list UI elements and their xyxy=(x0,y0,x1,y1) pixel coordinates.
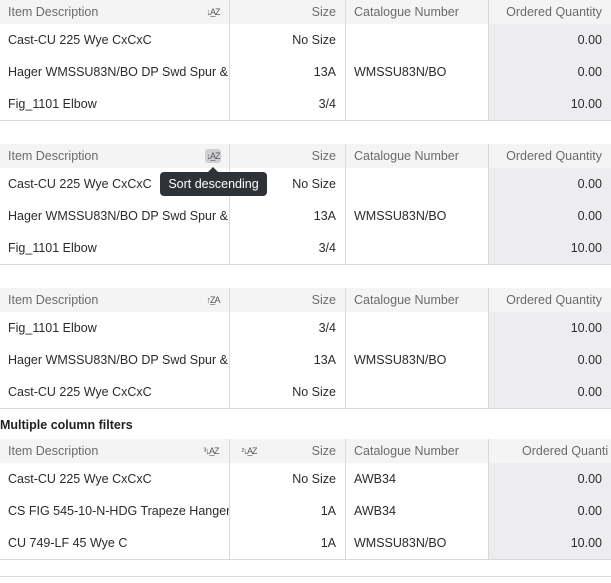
cell-catalogue xyxy=(346,312,489,344)
sort-tooltip: Sort descending xyxy=(160,167,267,196)
cell-catalogue: WMSSU83N/BO xyxy=(346,200,489,232)
cell-qty[interactable]: 10.00 xyxy=(489,232,611,264)
cell-catalogue xyxy=(346,376,489,408)
divider xyxy=(0,576,611,577)
header-item-description[interactable]: Item Description xyxy=(0,0,230,24)
header-size[interactable]: Size xyxy=(230,0,346,24)
table-header: Item Description ³↓A̲Z Size ²↓A̲Z Catalo… xyxy=(0,439,611,464)
table-row[interactable]: CS FIG 545-10-N-HDG Trapeze Hanger 1A AW… xyxy=(0,495,611,528)
cell-item: Cast-CU 225 Wye CxCxC xyxy=(0,463,230,495)
cell-qty[interactable]: 10.00 xyxy=(489,88,611,120)
table-row[interactable]: Fig_1101 Elbow 3/4 10.00 xyxy=(0,312,611,345)
table-row[interactable]: Hager WMSSU83N/BO DP Swd Spur & L 13A WM… xyxy=(0,56,611,89)
cell-qty[interactable]: 0.00 xyxy=(489,24,611,56)
table-row[interactable]: Cast-CU 225 Wye CxCxC No Size AWB34 0.00 xyxy=(0,463,611,496)
header-ordered-quantity[interactable]: Ordered Quantity xyxy=(489,144,611,168)
cell-catalogue xyxy=(346,88,489,120)
cell-item: Hager WMSSU83N/BO DP Swd Spur & L xyxy=(0,56,230,88)
sort-order-3-icon[interactable]: ³↓A̲Z xyxy=(200,439,222,463)
cell-item: Fig_1101 Elbow xyxy=(0,232,230,264)
cell-catalogue: WMSSU83N/BO xyxy=(346,527,489,559)
cell-catalogue xyxy=(346,232,489,264)
cell-item: Fig_1101 Elbow xyxy=(0,88,230,120)
table-row[interactable]: Hager WMSSU83N/BO DP Swd Spur & L 13A WM… xyxy=(0,344,611,377)
cell-size: 13A xyxy=(230,344,346,376)
table-row[interactable]: Fig_1101 Elbow 3/4 10.00 xyxy=(0,232,611,265)
sort-unsorted-icon[interactable]: ↓A̲Z xyxy=(204,0,222,24)
table-row[interactable]: Cast-CU 225 Wye CxCxC No Size 0.00 xyxy=(0,168,611,201)
header-catalogue-number[interactable]: Catalogue Number xyxy=(346,288,489,312)
cell-catalogue: WMSSU83N/BO xyxy=(346,56,489,88)
header-item-description[interactable]: Item Description xyxy=(0,439,230,463)
cell-size: 1A xyxy=(230,495,346,527)
table-row[interactable]: Hager WMSSU83N/BO DP Swd Spur & L 13A WM… xyxy=(0,200,611,233)
cell-size: 3/4 xyxy=(230,312,346,344)
sort-order-2-icon[interactable]: ²↓A̲Z xyxy=(238,439,260,463)
cell-catalogue xyxy=(346,168,489,200)
table-header: Item Description ↓A̲Z Size Catalogue Num… xyxy=(0,144,611,169)
cell-size: 13A xyxy=(230,200,346,232)
cell-item: Cast-CU 225 Wye CxCxC xyxy=(0,24,230,56)
table-header: Item Description ↑Z̲A Size Catalogue Num… xyxy=(0,288,611,313)
table-row[interactable]: Cast-CU 225 Wye CxCxC No Size 0.00 xyxy=(0,24,611,57)
cell-qty[interactable]: 0.00 xyxy=(489,495,611,527)
cell-item: Fig_1101 Elbow xyxy=(0,312,230,344)
cell-qty[interactable]: 0.00 xyxy=(489,200,611,232)
cell-item: Hager WMSSU83N/BO DP Swd Spur & L xyxy=(0,200,230,232)
cell-item: Hager WMSSU83N/BO DP Swd Spur & L xyxy=(0,344,230,376)
section-title-multiple-filters: Multiple column filters xyxy=(0,418,133,432)
cell-size: 3/4 xyxy=(230,88,346,120)
cell-size: 1A xyxy=(230,527,346,559)
cell-qty[interactable]: 0.00 xyxy=(489,376,611,408)
cell-item: Cast-CU 225 Wye CxCxC xyxy=(0,376,230,408)
header-catalogue-number[interactable]: Catalogue Number xyxy=(346,439,489,463)
cell-item: CU 749-LF 45 Wye C xyxy=(0,527,230,559)
header-catalogue-number[interactable]: Catalogue Number xyxy=(346,0,489,24)
cell-size: No Size xyxy=(230,24,346,56)
table-row[interactable]: Fig_1101 Elbow 3/4 10.00 xyxy=(0,88,611,121)
cell-size: 13A xyxy=(230,56,346,88)
header-size[interactable]: Size xyxy=(230,288,346,312)
table-row[interactable]: CU 749-LF 45 Wye C 1A WMSSU83N/BO 10.00 xyxy=(0,527,611,560)
cell-catalogue: WMSSU83N/BO xyxy=(346,344,489,376)
cell-qty[interactable]: 0.00 xyxy=(489,56,611,88)
header-item-description[interactable]: Item Description xyxy=(0,288,230,312)
header-ordered-quantity[interactable]: Ordered Quanti xyxy=(489,439,611,463)
header-size[interactable]: Size xyxy=(230,144,346,168)
cell-catalogue: AWB34 xyxy=(346,463,489,495)
cell-item: CS FIG 545-10-N-HDG Trapeze Hanger xyxy=(0,495,230,527)
header-catalogue-number[interactable]: Catalogue Number xyxy=(346,144,489,168)
header-ordered-quantity[interactable]: Ordered Quantity xyxy=(489,0,611,24)
sort-descending-icon[interactable]: ↑Z̲A xyxy=(204,288,222,312)
cell-catalogue: AWB34 xyxy=(346,495,489,527)
header-ordered-quantity[interactable]: Ordered Quantity xyxy=(489,288,611,312)
cell-qty[interactable]: 10.00 xyxy=(489,312,611,344)
table-row[interactable]: Cast-CU 225 Wye CxCxC No Size 0.00 xyxy=(0,376,611,409)
cell-qty[interactable]: 0.00 xyxy=(489,463,611,495)
table-header: Item Description ↓A̲Z Size Catalogue Num… xyxy=(0,0,611,25)
cell-qty[interactable]: 0.00 xyxy=(489,168,611,200)
cell-size: No Size xyxy=(230,463,346,495)
cell-catalogue xyxy=(346,24,489,56)
cell-qty[interactable]: 10.00 xyxy=(489,527,611,559)
cell-qty[interactable]: 0.00 xyxy=(489,344,611,376)
header-item-description[interactable]: Item Description xyxy=(0,144,230,168)
cell-size: 3/4 xyxy=(230,232,346,264)
sort-unsorted-icon[interactable]: ↓A̲Z xyxy=(205,149,221,163)
cell-size: No Size xyxy=(230,376,346,408)
